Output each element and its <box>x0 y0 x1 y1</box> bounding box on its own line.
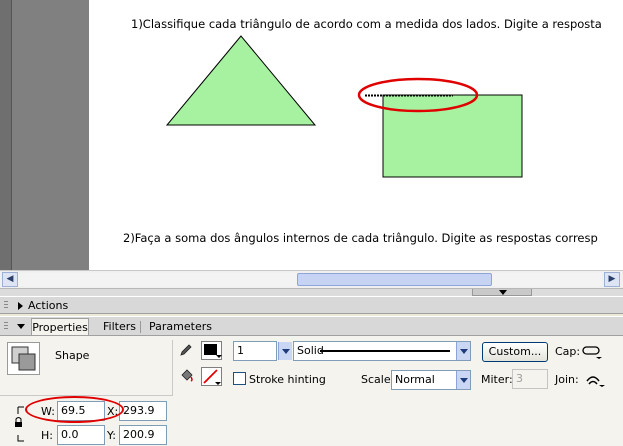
stroke-hinting-checkbox[interactable] <box>233 372 246 385</box>
no-color-icon <box>203 369 221 385</box>
chevron-down-icon <box>459 348 468 354</box>
tab-label: Properties <box>32 321 88 334</box>
tab-filters[interactable]: Filters <box>97 318 142 335</box>
tab-parameters[interactable]: Parameters <box>143 318 218 335</box>
miter-value: 3 <box>516 372 523 385</box>
y-field[interactable]: 200.9 <box>119 425 167 445</box>
custom-button-label: Custom... <box>488 345 542 358</box>
tab-label: Parameters <box>149 320 212 333</box>
join-round-icon[interactable] <box>584 370 606 388</box>
miter-field[interactable]: 3 <box>512 369 548 389</box>
stroke-hinting-label: Stroke hinting <box>249 373 326 386</box>
chevron-left-icon: ◀ <box>6 274 14 284</box>
tab-divider <box>140 321 141 333</box>
actions-panel-header[interactable]: Actions <box>0 296 623 314</box>
collapse-tab[interactable] <box>472 289 532 296</box>
x-value: 293.9 <box>123 404 155 417</box>
panel-divider <box>172 340 173 396</box>
shape-icon <box>7 342 40 375</box>
height-label: H: <box>41 429 53 442</box>
chevron-right-icon: ▶ <box>608 274 616 284</box>
scroll-left-button[interactable]: ◀ <box>2 272 18 287</box>
stroke-height-value: 1 <box>237 344 244 357</box>
custom-stroke-button[interactable]: Custom... <box>482 342 548 362</box>
stroke-style-preview <box>320 350 450 352</box>
scroll-right-button[interactable]: ▶ <box>604 272 620 287</box>
miter-label: Miter: <box>481 373 513 386</box>
collapse-arrow-icon <box>499 290 507 295</box>
actions-panel-title: Actions <box>28 299 69 312</box>
paint-bucket-icon <box>181 369 193 382</box>
x-field[interactable]: 293.9 <box>119 401 167 421</box>
cap-round-icon[interactable] <box>582 344 604 360</box>
properties-panel-header <box>0 316 623 336</box>
left-toolbar-edge <box>0 0 12 288</box>
stroke-color-fill <box>204 344 217 355</box>
stroke-color-swatch[interactable] <box>201 341 222 360</box>
height-value: 0.0 <box>61 428 79 441</box>
scale-value: Normal <box>395 373 435 386</box>
swatch-arrow-icon <box>216 355 222 358</box>
join-label: Join: <box>555 373 579 386</box>
selection-type-label: Shape <box>55 349 90 362</box>
shape-glyph <box>11 346 36 371</box>
stage-drawing <box>165 35 523 178</box>
stroke-height-dropdown-button[interactable] <box>278 342 292 360</box>
pencil-icon <box>180 344 192 356</box>
collapse-arrow-icon[interactable] <box>17 324 25 329</box>
stage-canvas[interactable]: 1)Classifique cada triângulo de acordo c… <box>89 0 623 270</box>
expand-arrow-icon[interactable] <box>18 302 23 310</box>
y-label: Y: <box>107 429 116 442</box>
scale-dropdown-button[interactable] <box>456 371 470 389</box>
scroll-thumb[interactable] <box>297 273 492 286</box>
scale-label: Scale: <box>361 373 395 386</box>
highlight-ellipse-width <box>25 396 124 423</box>
y-value: 200.9 <box>123 428 155 441</box>
question-2-text: 2)Faça a soma dos ângulos internos de ca… <box>123 231 598 245</box>
stage-pasteboard <box>0 0 89 270</box>
drag-grip-icon[interactable] <box>4 301 8 310</box>
cap-label: Cap: <box>555 345 581 358</box>
stroke-height-field[interactable]: 1 <box>233 341 277 361</box>
tab-properties[interactable]: Properties <box>31 318 89 335</box>
chevron-down-icon <box>281 348 290 354</box>
stroke-style-dropdown-button[interactable] <box>456 342 470 360</box>
tab-label: Filters <box>103 320 136 333</box>
fill-color-swatch[interactable] <box>201 367 222 386</box>
height-field[interactable]: 0.0 <box>57 425 105 445</box>
stroke-style-select[interactable]: Solid <box>293 341 471 361</box>
drag-grip-icon[interactable] <box>4 322 8 331</box>
chevron-down-icon <box>459 377 468 383</box>
scale-select[interactable]: Normal <box>391 370 471 390</box>
horizontal-scrollbar[interactable]: ◀ ▶ <box>0 270 623 289</box>
green-triangle <box>165 35 317 126</box>
